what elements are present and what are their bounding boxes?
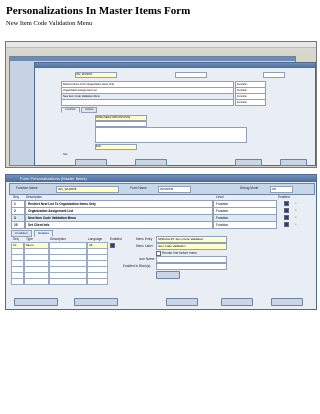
action-type-cell[interactable] [24,278,49,285]
footer-button[interactable] [14,298,58,306]
action-button[interactable] [235,159,262,166]
rule-description[interactable]: Set Client Info [25,221,213,229]
function-name-field[interactable]: INV_WU0678 [75,72,117,78]
rule-tabs: Condition Actions [61,107,98,113]
debug-mode-field[interactable] [263,72,285,78]
menu-entry-label: Menu Entry [136,237,153,241]
navigator-title-bar[interactable] [10,57,295,61]
icon-name-field[interactable] [156,256,227,263]
action-enabled-header: Enabled [110,237,122,241]
action-language-cell[interactable] [87,278,108,285]
footer-button[interactable] [271,298,303,306]
debug-mode-field[interactable]: Off [270,186,293,193]
document-title: Personalizations In Master Items Form [6,5,191,17]
action-description-cell[interactable] [49,278,87,285]
footer-button[interactable] [166,298,198,306]
level-column-header: Level [216,195,224,199]
render-line-label: Render line before menu [162,250,198,255]
enabled-blocks-field[interactable] [156,263,227,270]
form-name-label: Form Name [130,186,147,190]
enabled-column-header: Enabled [278,195,290,199]
magnifier-icon[interactable]: ⌕ [294,208,298,212]
function-name-field[interactable]: INV_WU0678 [56,186,119,193]
menu-label-field[interactable]: Item Code Validation [156,243,227,250]
rule-enabled-checkbox[interactable] [284,201,289,206]
action-button[interactable] [75,159,107,166]
rule-enabled-checkbox[interactable] [284,208,289,213]
form-name-field[interactable]: INVIDITM [158,186,191,193]
condition-field[interactable] [95,127,247,143]
seq-column-header: Seq [13,195,19,199]
navigator-item[interactable] [12,80,34,85]
screenshot-detail: Form Personalizations (Master Items) Fun… [5,174,317,310]
action-language-header: Language [88,237,103,241]
rule-row[interactable] [61,99,234,106]
screenshot-overview: INV_WU0678 Restrict New List To Organiza… [5,41,317,168]
document-subtitle: New Item Code Validation Menu [6,20,93,27]
rule-enabled-checkbox[interactable] [284,215,289,220]
rule-level[interactable]: Function [235,99,266,106]
menu-entry-field[interactable]: SPECIAL15: Item Code Validation [156,236,227,243]
footer-button[interactable] [221,298,253,306]
tab-actions[interactable]: Actions [34,230,54,237]
form-name-field[interactable] [175,72,207,78]
footer-button[interactable] [74,298,118,306]
window-title-bar[interactable]: Form Personalizations (Master Items) [6,175,316,182]
action-enabled-checkbox[interactable] [110,243,115,248]
action-button[interactable] [135,159,167,166]
action-description-header: Description [50,237,66,241]
window-title-bar[interactable] [35,63,315,68]
action-type-header: Type [26,237,33,241]
debug-mode-label: Debug Mode [240,186,259,190]
menu-label-label: Menu Label [136,244,153,248]
personalization-window: INV_WU0678 Restrict New List To Organiza… [34,62,316,166]
header-region: Function Name INV_WU0678 Form Name INVID… [9,183,315,195]
processing-mode-field[interactable]: Both [95,144,137,150]
action-button[interactable] [280,159,307,166]
function-name-label: Function Name [16,186,38,190]
description-column-header: Description [26,195,42,199]
tab-actions[interactable]: Actions [80,107,98,113]
action-seq-cell[interactable] [11,278,24,285]
rule-level[interactable]: Function [213,221,277,229]
add-block-button[interactable] [156,271,180,279]
tab-condition[interactable]: Condition [61,107,80,113]
magnifier-icon[interactable]: ⌕ [294,201,298,205]
action-seq-header: Seq [13,237,19,241]
context-level: Site [63,153,68,156]
rule-enabled-checkbox[interactable] [284,222,289,227]
icon-name-label: Icon Name [139,257,155,261]
magnifier-icon[interactable]: ⌕ [294,222,298,226]
tab-condition[interactable]: Condition [11,230,32,237]
rule-seq[interactable]: 10 [11,221,25,229]
enabled-blocks-label: Enabled in Block(s) [123,264,151,268]
magnifier-icon[interactable]: ⌕ [294,215,298,219]
